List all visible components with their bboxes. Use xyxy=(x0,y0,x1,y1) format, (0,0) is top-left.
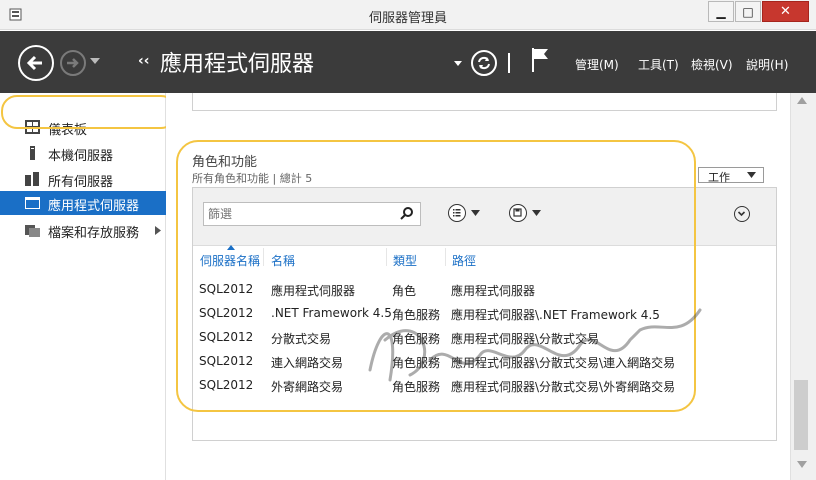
cell-type: 角色服務 xyxy=(392,332,441,346)
roles-title: 角色和功能 xyxy=(192,155,258,170)
file-storage-icon xyxy=(25,225,40,237)
table-row[interactable]: SQL2012 分散式交易 角色服務 應用程式伺服器\分散式交易 xyxy=(193,326,776,350)
cell-path: 應用程式伺服器\分散式交易\外寄網路交易 xyxy=(451,380,676,394)
table-row[interactable]: SQL2012 連入網路交易 角色服務 應用程式伺服器\分散式交易\連入網路交易 xyxy=(193,350,776,374)
table-row[interactable]: SQL2012 外寄網路交易 角色服務 應用程式伺服器\分散式交易\外寄網路交易 xyxy=(193,374,776,398)
sidebar: 儀表板 本機伺服器 所有伺服器 應用程式伺服器 檔案和存放服務 xyxy=(0,93,166,480)
save-icon xyxy=(509,204,527,222)
cell-name: 連入網路交易 xyxy=(271,356,344,370)
expand-collapse-button[interactable] xyxy=(734,206,750,222)
sidebar-item-label: 應用程式伺服器 xyxy=(48,199,140,214)
table-row[interactable]: SQL2012 .NET Framework 4.5 角色服務 應用程式伺服器\… xyxy=(193,302,776,326)
cell-path: 應用程式伺服器 xyxy=(451,284,536,298)
cell-server-name: SQL2012 xyxy=(199,378,254,392)
sidebar-item-all-servers[interactable]: 所有伺服器 xyxy=(0,167,166,191)
column-header-name[interactable]: 名稱 xyxy=(271,252,295,269)
sidebar-item-label: 儀表板 xyxy=(48,123,88,138)
window-title: 伺服器管理員 xyxy=(368,11,447,26)
cell-path: 應用程式伺服器\.NET Framework 4.5 xyxy=(451,308,660,322)
table-row[interactable]: SQL2012 應用程式伺服器 角色 應用程式伺服器 xyxy=(193,278,776,302)
page-title: 應用程式伺服器 xyxy=(160,52,315,77)
close-button[interactable]: ✕ xyxy=(762,1,809,22)
column-header-path[interactable]: 路徑 xyxy=(452,252,476,269)
vertical-scrollbar[interactable] xyxy=(790,93,816,480)
cell-server-name: SQL2012 xyxy=(199,354,254,368)
cell-name: .NET Framework 4.5 xyxy=(271,306,392,320)
arrow-left-icon xyxy=(26,55,42,71)
title-bar: 伺服器管理員 ▁ □ ✕ xyxy=(0,0,816,30)
cell-path: 應用程式伺服器\分散式交易\連入網路交易 xyxy=(451,356,676,370)
tasks-label: 工作 xyxy=(708,171,730,184)
minimize-icon: ▁ xyxy=(716,4,726,19)
refresh-icon xyxy=(478,56,490,70)
cell-type: 角色服務 xyxy=(392,380,441,394)
servers-icon xyxy=(25,172,39,186)
sidebar-item-app-server[interactable]: 應用程式伺服器 xyxy=(0,191,166,215)
main-content: 角色和功能 所有角色和功能 | 總計 5 工作 篩選 伺服器名稱 名稱 類型 路… xyxy=(166,93,790,480)
app-server-icon xyxy=(25,197,40,209)
breadcrumb-arrows[interactable]: ‹‹ xyxy=(138,53,150,69)
chevron-down-icon xyxy=(747,172,756,178)
breadcrumb-dropdown-icon[interactable] xyxy=(454,61,462,66)
back-button[interactable] xyxy=(18,45,54,81)
chevron-down-icon xyxy=(532,210,541,216)
forward-button[interactable] xyxy=(60,50,86,76)
menu-help[interactable]: 說明(H) xyxy=(746,56,788,73)
sidebar-item-local-server[interactable]: 本機伺服器 xyxy=(0,141,166,165)
roles-toolbar xyxy=(193,188,776,246)
notifications-flag-icon[interactable] xyxy=(530,47,550,73)
header-bar: ‹‹ 應用程式伺服器 管理(M) 工具(T) 檢視(V) 說明(H) xyxy=(0,31,816,93)
sidebar-item-label: 檔案和存放服務 xyxy=(48,226,140,241)
cell-type: 角色 xyxy=(392,284,417,298)
filter-input[interactable] xyxy=(208,205,398,223)
sidebar-item-file-storage[interactable]: 檔案和存放服務 xyxy=(0,218,166,242)
refresh-button[interactable] xyxy=(471,50,497,76)
minimize-button[interactable]: ▁ xyxy=(708,1,734,22)
chevron-down-icon xyxy=(471,210,480,216)
maximize-button[interactable]: □ xyxy=(735,1,761,22)
header-separator xyxy=(508,53,510,73)
close-icon: ✕ xyxy=(780,4,791,19)
column-separator xyxy=(386,248,387,266)
server-icon xyxy=(30,146,35,160)
column-header-type[interactable]: 類型 xyxy=(393,252,417,269)
cell-name: 外寄網路交易 xyxy=(271,380,344,394)
menu-view[interactable]: 檢視(V) xyxy=(691,56,733,73)
list-options-icon xyxy=(448,204,466,222)
roles-panel: 伺服器名稱 名稱 類型 路徑 SQL2012 應用程式伺服器 角色 應用程式伺服… xyxy=(192,187,777,441)
sidebar-item-label: 本機伺服器 xyxy=(48,149,114,164)
cell-name: 應用程式伺服器 xyxy=(271,284,356,298)
maximize-icon: □ xyxy=(742,4,754,19)
cell-path: 應用程式伺服器\分散式交易 xyxy=(451,332,600,346)
history-dropdown-icon[interactable] xyxy=(90,58,100,64)
cell-server-name: SQL2012 xyxy=(199,282,254,296)
cell-type: 角色服務 xyxy=(392,308,441,322)
sort-ascending-icon xyxy=(227,245,235,250)
scroll-down-icon[interactable] xyxy=(797,461,807,468)
cell-type: 角色服務 xyxy=(392,356,441,370)
cell-server-name: SQL2012 xyxy=(199,306,254,320)
filter-box[interactable] xyxy=(203,202,421,226)
search-icon[interactable] xyxy=(400,207,414,221)
chevron-down-icon xyxy=(737,211,746,217)
scroll-up-icon[interactable] xyxy=(797,97,807,104)
column-separator xyxy=(263,248,264,266)
previous-panel xyxy=(192,93,777,111)
column-separator xyxy=(445,248,446,266)
cell-name: 分散式交易 xyxy=(271,332,332,346)
menu-tools[interactable]: 工具(T) xyxy=(638,56,679,73)
expand-arrow-icon[interactable] xyxy=(155,226,161,235)
sidebar-item-dashboard[interactable]: 儀表板 xyxy=(0,115,166,139)
dashboard-icon xyxy=(25,120,40,134)
menu-manage[interactable]: 管理(M) xyxy=(575,56,619,73)
cell-server-name: SQL2012 xyxy=(199,330,254,344)
scroll-thumb[interactable] xyxy=(794,380,808,450)
arrow-right-icon xyxy=(67,58,79,68)
tasks-dropdown[interactable]: 工作 xyxy=(698,167,764,184)
roles-subtitle: 所有角色和功能 | 總計 5 xyxy=(192,172,313,185)
sidebar-item-label: 所有伺服器 xyxy=(48,175,114,190)
column-header-server-name[interactable]: 伺服器名稱 xyxy=(200,252,260,269)
